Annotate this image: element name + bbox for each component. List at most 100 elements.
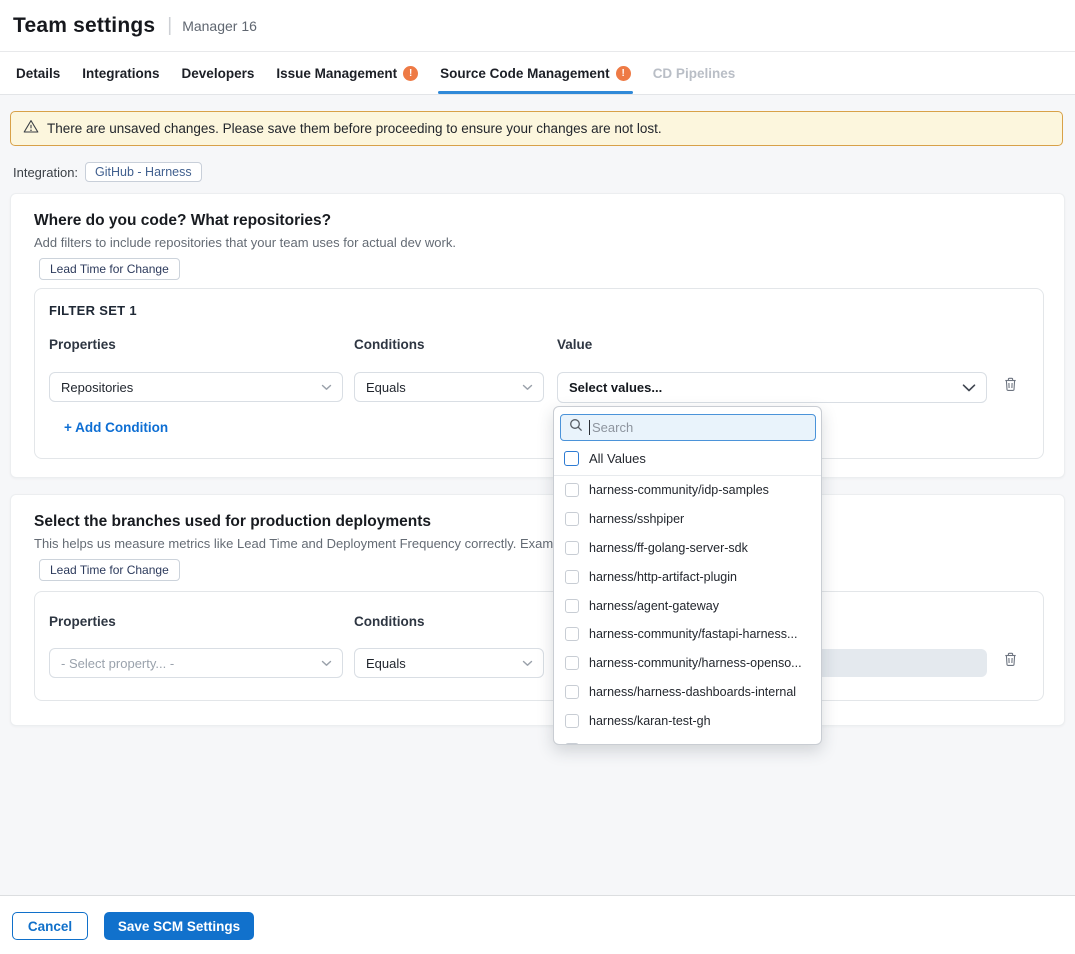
chevron-down-icon [522,378,533,396]
warning-icon [23,119,39,139]
trash-icon [1003,376,1018,397]
filter-set-title: FILTER SET 1 [49,303,137,318]
tab-issue-management-label: Issue Management [276,66,397,81]
add-condition-button[interactable]: + Add Condition [64,420,168,435]
title-separator: | [167,15,172,37]
branch-conditions-select[interactable]: Equals [354,648,544,678]
repositories-card-title: Where do you code? What repositories? [34,212,331,230]
branch-properties-placeholder: - Select property... - [61,656,174,671]
conditions-select-value: Equals [366,380,406,395]
item-label: harness/ff-golang-server-sdk [589,541,748,555]
item-label: harness/sshpiper [589,512,684,526]
properties-select-value: Repositories [61,380,133,395]
item-label: harness/http-artifact-plugin [589,570,737,584]
chevron-down-icon [321,378,332,396]
lead-time-chip: Lead Time for Change [39,258,180,280]
conditions-select[interactable]: Equals [354,372,544,402]
tab-issue-management[interactable]: Issue Management ! [276,52,418,94]
dropdown-item[interactable]: harness-community/harness-openso... [554,649,821,678]
filter-set-panel: FILTER SET 1 Properties Conditions Value… [34,288,1044,459]
item-checkbox[interactable] [565,656,579,670]
item-checkbox[interactable] [565,483,579,497]
branch-properties-select[interactable]: - Select property... - [49,648,343,678]
properties-column-label: Properties [49,614,116,629]
item-checkbox[interactable] [565,570,579,584]
item-checkbox[interactable] [565,743,579,745]
item-checkbox[interactable] [565,599,579,613]
tab-cd-pipelines-label: CD Pipelines [653,66,736,81]
values-select-placeholder: Select values... [569,380,662,395]
tab-cd-pipelines: CD Pipelines [653,52,736,94]
chevron-down-icon [522,654,533,672]
page-title: Team settings [13,14,155,38]
item-label: harness/karan-test-gh [589,714,711,728]
dropdown-item[interactable]: harness/karan-test-gh [554,706,821,735]
properties-select[interactable]: Repositories [49,372,343,402]
properties-column-label: Properties [49,337,116,352]
value-column-label: Value [557,337,592,352]
footer-bar: Cancel Save SCM Settings [0,896,1075,954]
item-checkbox[interactable] [565,541,579,555]
dropdown-item[interactable]: harness/http-artifact-plugin [554,562,821,591]
dropdown-search-box[interactable] [560,414,816,441]
cancel-button[interactable]: Cancel [12,912,88,940]
item-checkbox[interactable] [565,685,579,699]
tab-developers-label: Developers [182,66,255,81]
branch-filter-panel: Properties Conditions - Select property.… [34,591,1044,701]
page-subtitle: Manager 16 [182,18,257,34]
integration-label: Integration: [13,165,78,180]
dropdown-item-clipped[interactable]: harness/… [554,735,821,745]
tab-source-code-management[interactable]: Source Code Management ! [440,52,631,94]
item-checkbox[interactable] [565,714,579,728]
tab-details-label: Details [16,66,60,81]
values-dropdown: All Values harness-community/idp-samples… [553,406,822,745]
delete-condition-button[interactable] [1001,652,1019,670]
tab-details[interactable]: Details [16,52,60,94]
item-label: harness-community/idp-samples [589,483,769,497]
alert-badge-icon: ! [616,66,631,81]
save-scm-settings-button[interactable]: Save SCM Settings [104,912,254,940]
dropdown-item[interactable]: harness/agent-gateway [554,591,821,620]
branches-card-title: Select the branches used for production … [34,513,431,531]
search-input[interactable] [592,420,807,435]
repositories-card: Where do you code? What repositories? Ad… [10,193,1065,478]
chevron-down-icon [321,654,332,672]
repositories-card-subtitle: Add filters to include repositories that… [34,235,456,250]
tab-bar: Details Integrations Developers Issue Ma… [0,52,1075,95]
values-select[interactable]: Select values... [557,372,987,403]
team-settings-page: Team settings | Manager 16 Details Integ… [0,0,1075,954]
dropdown-item[interactable]: harness/ff-golang-server-sdk [554,534,821,563]
item-checkbox[interactable] [565,627,579,641]
text-cursor [589,420,590,435]
all-values-checkbox[interactable] [564,451,579,466]
dropdown-item[interactable]: harness/sshpiper [554,505,821,534]
dropdown-item[interactable]: harness/harness-dashboards-internal [554,678,821,707]
unsaved-changes-banner: There are unsaved changes. Please save t… [10,111,1063,146]
tab-integrations-label: Integrations [82,66,159,81]
chevron-down-icon [962,379,976,397]
alert-badge-icon: ! [403,66,418,81]
integration-row: Integration: GitHub - Harness [13,162,202,182]
item-label: harness-community/fastapi-harness... [589,627,797,641]
conditions-column-label: Conditions [354,614,425,629]
tab-developers[interactable]: Developers [182,52,255,94]
delete-condition-button[interactable] [1001,377,1019,395]
item-checkbox[interactable] [565,512,579,526]
item-label: harness-community/harness-openso... [589,656,802,670]
dropdown-item-list: harness-community/idp-samples harness/ss… [554,476,821,745]
branch-conditions-value: Equals [366,656,406,671]
dropdown-item[interactable]: harness-community/fastapi-harness... [554,620,821,649]
lead-time-chip: Lead Time for Change [39,559,180,581]
dropdown-item[interactable]: harness-community/idp-samples [554,476,821,505]
branches-card-subtitle: This helps us measure metrics like Lead … [34,536,589,551]
item-label: harness/agent-gateway [589,599,719,613]
conditions-column-label: Conditions [354,337,425,352]
page-header: Team settings | Manager 16 [0,0,1075,52]
tab-source-code-management-label: Source Code Management [440,66,610,81]
tab-integrations[interactable]: Integrations [82,52,159,94]
all-values-row[interactable]: All Values [554,441,821,476]
item-label: harness/harness-dashboards-internal [589,685,796,699]
all-values-label: All Values [589,451,646,466]
integration-chip: GitHub - Harness [85,162,202,182]
search-icon [569,418,583,437]
